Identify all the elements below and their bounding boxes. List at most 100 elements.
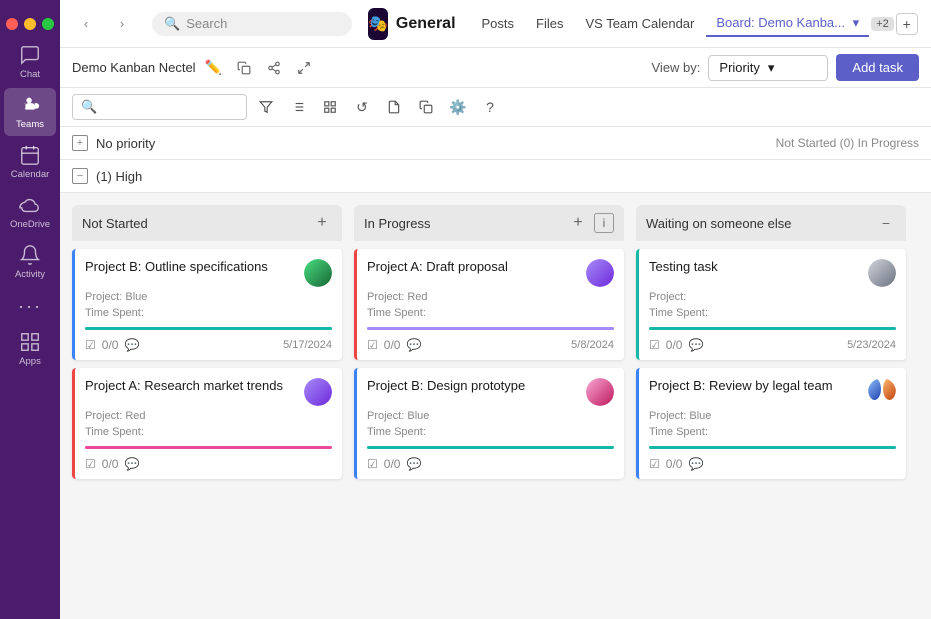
checklist-count: 0/0 [384,457,401,471]
task-card[interactable]: Project A: Research market trends Projec… [72,368,342,479]
more-dots: ··· [18,296,42,317]
global-search[interactable]: 🔍 Search [152,12,352,36]
sidebar-item-teams[interactable]: Teams [4,88,56,136]
task-time-spent: Time Spent: [649,307,896,319]
sidebar-item-apps[interactable]: Apps [4,325,56,373]
task-time-spent: Time Spent: [367,307,614,319]
sidebar-item-onedrive[interactable]: OneDrive [4,188,56,236]
history-icon[interactable]: ↺ [349,94,375,120]
column-info-button[interactable]: i [594,213,614,233]
column-add-button[interactable]: + [312,213,332,233]
forward-button[interactable]: › [108,10,136,38]
minimize-button[interactable] [24,18,36,30]
sidebar-item-label: Chat [20,69,40,80]
back-button[interactable]: ‹ [72,10,100,38]
close-button[interactable] [6,18,18,30]
task-time-spent: Time Spent: [85,307,332,319]
tab-board[interactable]: Board: Demo Kanba... ▾ [706,11,869,37]
task-title: Project A: Research market trends [85,378,298,395]
task-meta-icons: ☑ 0/0 💬 [367,338,421,352]
channel-title: Demo Kanban Nectel [72,60,196,75]
tab-files[interactable]: Files [526,12,573,35]
help-icon[interactable]: ? [477,94,503,120]
app-icon: 🎭 [368,8,388,40]
task-bottom: ☑ 0/0 💬 [649,457,896,471]
tab-vs-calendar[interactable]: VS Team Calendar [575,12,704,35]
group-icon[interactable] [285,94,311,120]
edit-icon[interactable]: ✏️ [202,56,226,80]
checklist-icon: ☑ [85,338,96,352]
expand-icon[interactable]: + [72,135,88,151]
topbar-left: ‹ › 🔍 Search [72,10,360,38]
sidebar-item-chat[interactable]: Chat [4,38,56,86]
task-progress-bar [649,327,896,330]
task-meta-icons: ☑ 0/0 💬 [649,457,703,471]
comment-icon: 💬 [124,338,139,352]
task-card[interactable]: Testing task Project: Time Spent: [636,249,906,360]
search-field[interactable] [103,100,238,115]
column-title: Waiting on someone else [646,216,870,231]
column-header-in-progress: In Progress + i [354,205,624,241]
comment-icon: 💬 [124,457,139,471]
channel-name: General [396,15,456,33]
comment-icon: 💬 [688,457,703,471]
column-add-button[interactable]: + [568,213,588,233]
search-label: Search [186,16,227,31]
priority-header-no-priority[interactable]: + No priority Not Started (0) In Progres… [60,127,931,160]
maximize-button[interactable] [42,18,54,30]
column-waiting: Waiting on someone else − Testing task P [636,205,906,531]
sidebar-more-button[interactable]: ··· [4,288,56,325]
document-icon[interactable] [381,94,407,120]
tab-posts[interactable]: Posts [472,12,525,35]
sidebar-item-calendar[interactable]: Calendar [4,138,56,186]
share-icon[interactable] [262,56,286,80]
copy-icon[interactable] [232,56,256,80]
task-card[interactable]: Project B: Outline specifications Projec… [72,249,342,360]
task-project: Project: Red [367,291,614,303]
column-title: In Progress [364,216,562,231]
traffic-lights [6,8,54,38]
task-bottom: ☑ 0/0 💬 [85,457,332,471]
task-date: 5/8/2024 [571,339,614,351]
task-avatar [304,378,332,406]
task-title: Project A: Draft proposal [367,259,580,276]
task-card[interactable]: Project B: Review by legal team Project:… [636,368,906,479]
task-bottom: ☑ 0/0 💬 [367,457,614,471]
checklist-icon: ☑ [367,338,378,352]
task-avatar [868,378,896,406]
task-time-spent: Time Spent: [367,426,614,438]
task-title: Testing task [649,259,862,276]
settings-icon[interactable]: ⚙️ [445,94,471,120]
emoji-button[interactable]: 🙂 [926,10,931,38]
task-progress-bar [649,446,896,449]
collapse-icon[interactable]: − [72,168,88,184]
task-avatar [586,259,614,287]
task-progress-bar [85,446,332,449]
add-task-button[interactable]: Add task [836,54,919,81]
task-search-input[interactable]: 🔍 [72,94,247,120]
progress-fill [367,446,614,449]
progress-fill [85,446,332,449]
task-card-top: Testing task [649,259,896,287]
project-prefix: Project: [85,291,125,303]
layout-icon[interactable] [317,94,343,120]
filter-icon[interactable] [253,94,279,120]
task-progress-bar [367,446,614,449]
add-tab-button[interactable]: + [896,13,918,35]
column-collapse-button[interactable]: − [876,213,896,233]
expand-icon[interactable] [292,56,316,80]
task-project: Project: [649,291,896,303]
main-content: ‹ › 🔍 Search 🎭 General Posts Files VS Te… [60,0,931,619]
sidebar-item-activity[interactable]: Activity [4,238,56,286]
copy-icon2[interactable] [413,94,439,120]
task-date: 5/17/2024 [283,339,332,351]
checklist-icon: ☑ [649,457,660,471]
task-card[interactable]: Project A: Draft proposal Project: Red T… [354,249,624,360]
view-select-dropdown[interactable]: Priority ▾ [708,55,828,81]
task-card[interactable]: Project B: Design prototype Project: Blu… [354,368,624,479]
board-area: + No priority Not Started (0) In Progres… [60,127,931,619]
topbar-tabs: Posts Files VS Team Calendar Board: Demo… [472,11,918,37]
kanban-area: Not Started + Project B: Outline specifi… [60,193,931,543]
apps-icon [19,331,41,353]
priority-header-high[interactable]: − (1) High [60,160,931,193]
